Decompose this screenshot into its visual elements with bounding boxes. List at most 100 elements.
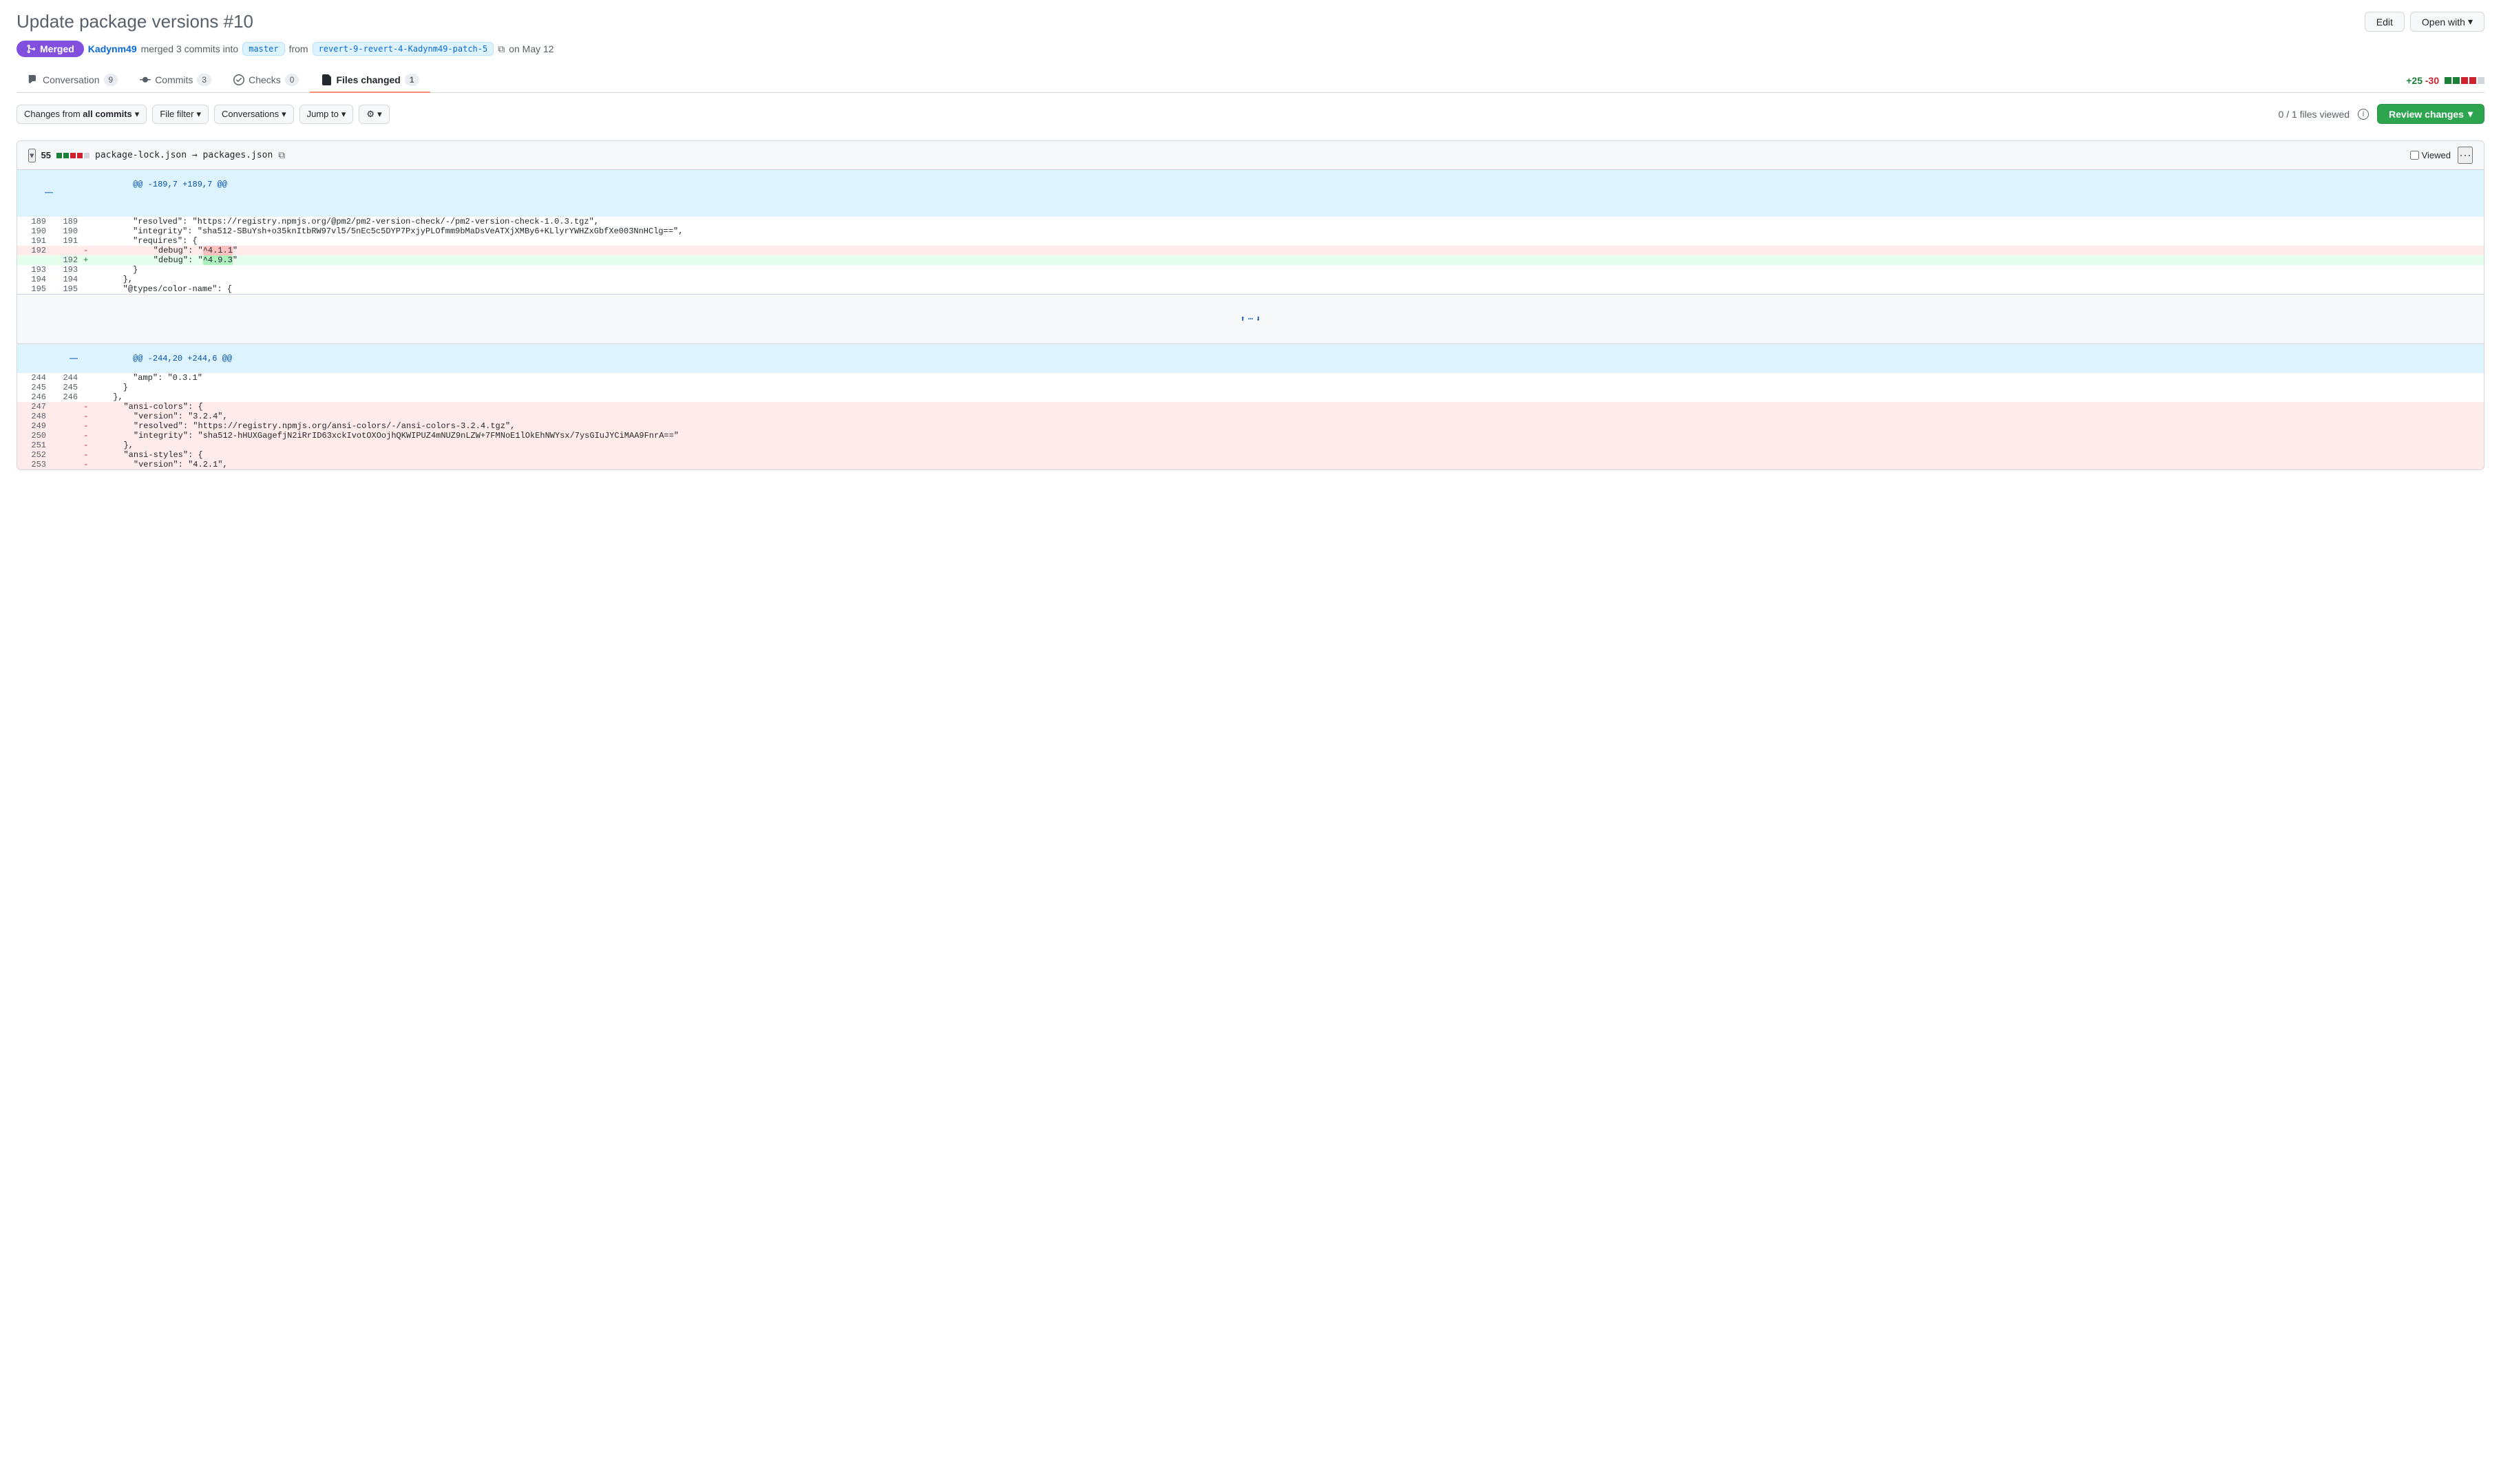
merged-badge: Merged [17, 41, 84, 57]
diff-marker: - [81, 431, 91, 441]
code-cell: "resolved": "https://registry.npmjs.org/… [91, 421, 2484, 431]
diff-marker: - [81, 246, 91, 255]
info-icon[interactable]: i [2358, 109, 2369, 120]
new-line-num [49, 246, 81, 255]
new-line-num: 195 [49, 284, 81, 295]
open-with-label: Open with [2422, 17, 2465, 28]
old-line-num: 191 [17, 236, 49, 246]
viewed-checkbox[interactable]: Viewed [2410, 150, 2451, 160]
new-line-num: 193 [49, 265, 81, 275]
diff-marker: - [81, 412, 91, 421]
tab-files-changed[interactable]: Files changed 1 [310, 68, 430, 93]
conversations-dropdown[interactable]: Conversations ▾ [214, 105, 294, 124]
mini-block-1 [56, 153, 62, 158]
file-options-button[interactable]: ··· [2458, 147, 2473, 164]
conversation-icon [28, 74, 39, 85]
stat-blocks [2445, 77, 2484, 84]
jump-to-dropdown[interactable]: Jump to ▾ [299, 105, 354, 124]
new-line-num [49, 441, 81, 450]
files-changed-icon [321, 74, 332, 85]
copy-branch-icon[interactable]: ⧉ [498, 43, 505, 55]
new-line-num [49, 402, 81, 412]
commits-icon [140, 74, 151, 85]
file-filter-dropdown[interactable]: File filter ▾ [152, 105, 209, 124]
checks-tab-label: Checks [249, 74, 281, 85]
files-viewed-count: 0 / 1 files viewed [2279, 109, 2350, 120]
code-cell: "amp": "0.3.1" [81, 373, 2484, 383]
viewed-input[interactable] [2410, 151, 2419, 160]
tab-conversation[interactable]: Conversation 9 [17, 68, 129, 93]
diff-marker: - [81, 402, 91, 412]
diff-marker: + [81, 255, 91, 265]
expand-up-icon: ⬆ [1241, 314, 1245, 324]
expand-row[interactable]: ⬆ ⋯ ⬇ [17, 295, 2484, 344]
base-branch[interactable]: master [242, 42, 284, 56]
conversation-tab-label: Conversation [43, 74, 100, 85]
chevron-down-icon-filter: ▾ [196, 109, 201, 120]
expand-cell[interactable]: ⬆ ⋯ ⬇ [17, 295, 2484, 344]
new-line-num: 244 [49, 373, 81, 383]
table-row: 190 190 "integrity": "sha512-SBuYsh+o35k… [17, 226, 2484, 236]
jump-to-label: Jump to [307, 109, 339, 119]
pr-date: on May 12 [509, 43, 553, 54]
toolbar-right: 0 / 1 files viewed i Review changes ▾ [2279, 104, 2484, 124]
table-row: 193 193 } [17, 265, 2484, 275]
pr-meta: Merged Kadynm49 merged 3 commits into ma… [17, 41, 2484, 57]
new-line-num [49, 460, 81, 469]
expand-icon-cell[interactable]: ⋯⋯ [17, 170, 81, 217]
viewed-label: Viewed [2422, 150, 2451, 160]
mini-block-5 [84, 153, 89, 158]
table-row: 249 - "resolved": "https://registry.npmj… [17, 421, 2484, 431]
open-with-button[interactable]: Open with ▾ [2410, 12, 2484, 32]
chevron-down-icon-review: ▾ [2468, 108, 2473, 120]
chevron-down-icon-settings: ▾ [377, 109, 382, 120]
files-changed-tab-count: 1 [405, 74, 419, 86]
from-text: from [289, 43, 308, 54]
collapse-button[interactable]: ▾ [28, 149, 36, 162]
new-line-num [49, 421, 81, 431]
tab-commits[interactable]: Commits 3 [129, 68, 222, 93]
tab-checks[interactable]: Checks 0 [222, 68, 310, 93]
review-changes-button[interactable]: Review changes ▾ [2377, 104, 2484, 124]
commits-tab-count: 3 [197, 74, 211, 86]
hunk2-header-text: @@ -244,20 +244,6 @@ [133, 354, 232, 363]
changes-from-dropdown[interactable]: Changes from all commits ▾ [17, 105, 147, 124]
code-cell: "ansi-styles": { [91, 450, 2484, 460]
mini-block-3 [70, 153, 76, 158]
code-cell: "debug": "^4.1.1" [91, 246, 2484, 255]
expand-separator: ⋯ [1248, 314, 1253, 324]
old-line-num: 192 [17, 246, 49, 255]
stat-block-1 [2445, 77, 2451, 84]
new-line-num: 192 [49, 255, 81, 265]
diff-file-header-right: Viewed ··· [2410, 147, 2473, 164]
pr-user[interactable]: Kadynm49 [88, 43, 137, 54]
code-cell: "version": "3.2.4", [91, 412, 2484, 421]
code-cell: "version": "4.2.1", [91, 460, 2484, 469]
old-line-num: 190 [17, 226, 49, 236]
header-actions: Edit Open with ▾ [2365, 12, 2484, 32]
old-line-num: 244 [17, 373, 49, 383]
diff-table: ⋯⋯ @@ -189,7 +189,7 @@ 189 189 "resolved… [17, 170, 2484, 469]
old-line-num: 251 [17, 441, 49, 450]
table-row: 195 195 "@types/color-name": { [17, 284, 2484, 295]
new-line-num: 194 [49, 275, 81, 284]
old-line-num [17, 255, 49, 265]
diff-stat-count: 55 [41, 150, 51, 160]
edit-button[interactable]: Edit [2365, 12, 2405, 32]
chevron-down-icon-jump: ▾ [341, 109, 346, 120]
settings-dropdown[interactable]: ⚙ ▾ [359, 105, 389, 124]
git-merge-icon [26, 44, 36, 54]
old-line-num: 195 [17, 284, 49, 295]
head-branch[interactable]: revert-9-revert-4-Kadynm49-patch-5 [313, 42, 494, 56]
expand-down-icon: ⬇ [1256, 314, 1260, 324]
new-line-num: 246 [49, 392, 81, 402]
copy-filename-icon[interactable]: ⧉ [278, 149, 285, 161]
pr-header: Update package versions #10 Edit Open wi… [17, 11, 2484, 32]
table-row: 247 - "ansi-colors": { [17, 402, 2484, 412]
old-line-num: 247 [17, 402, 49, 412]
stat-block-4 [2469, 77, 2476, 84]
new-line-num [49, 412, 81, 421]
conversation-tab-count: 9 [104, 74, 118, 86]
code-cell: "@types/color-name": { [81, 284, 2484, 295]
expand-icon-cell-2[interactable]: ⋯⋯ [17, 344, 81, 374]
